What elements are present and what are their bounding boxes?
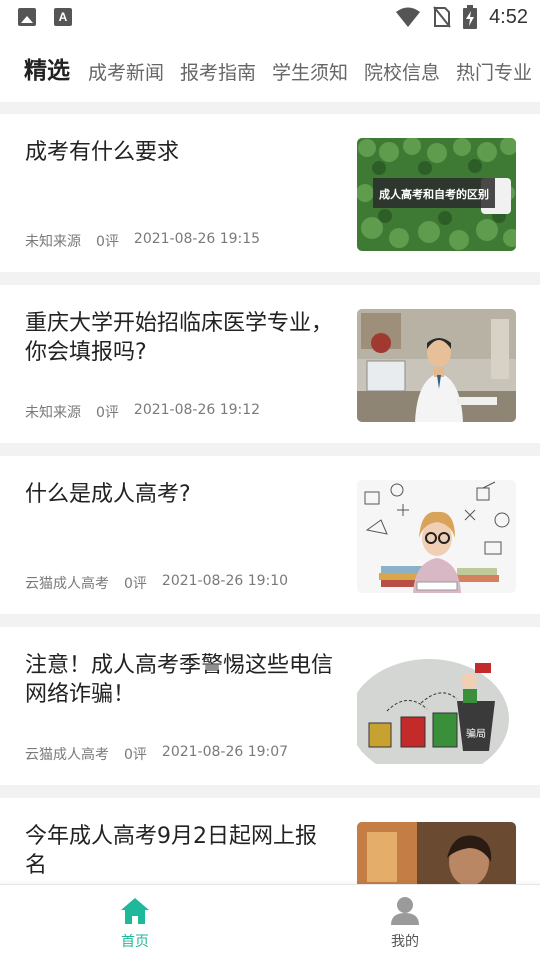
tab-news[interactable]: 成考新闻 [88,54,164,92]
article-thumbnail [357,822,516,884]
clock-time: 4:52 [489,5,528,28]
article-comments: 0评 [124,576,147,592]
list-item[interactable]: 重庆大学开始招临床医学专业，你会填报吗? 未知来源 0评 2021-08-26 … [0,285,540,443]
tab-hot-majors[interactable]: 热门专业 [456,54,532,92]
home-icon [121,898,149,924]
article-title: 什么是成人高考? [25,482,191,507]
battery-charging-icon [463,5,478,29]
wifi-icon [396,7,421,27]
article-title: 成考有什么要求 [25,140,180,165]
article-source: 云猫成人高考 [25,747,109,763]
nav-mine-label: 我的 [391,934,419,950]
article-title: 注意！成人高考季警惕这些电信网络诈骗！ [25,653,334,707]
article-thumbnail [357,480,516,593]
article-thumbnail: 成人高考和自考的区别 [357,138,516,251]
article-meta: 未知来源 0评 2021-08-26 19:15 [25,231,260,251]
article-thumbnail [357,309,516,422]
list-item[interactable]: 注意！成人高考季警惕这些电信网络诈骗！ 云猫成人高考 0评 2021-08-26… [0,627,540,785]
article-meta: 未知来源 0评 2021-08-26 19:12 [25,402,260,422]
list-item[interactable]: 今年成人高考9月2日起网上报名 [0,798,540,884]
nav-mine[interactable]: 我的 [345,895,465,951]
user-icon [391,897,419,925]
article-meta: 云猫成人高考 0评 2021-08-26 19:10 [25,573,288,593]
nav-home-label: 首页 [121,934,149,950]
article-list: 成考有什么要求 未知来源 0评 2021-08-26 19:15 成人高考和自考… [0,102,540,884]
article-title: 今年成人高考9月2日起网上报名 [25,824,317,878]
article-date: 2021-08-26 19:07 [161,744,289,760]
tab-college-info[interactable]: 院校信息 [364,54,440,92]
nav-home[interactable]: 首页 [75,895,195,951]
article-comments: 0评 [96,234,119,250]
article-thumbnail: 骗局 [357,651,516,764]
tab-featured[interactable]: 精选 [24,52,70,90]
article-source: 云猫成人高考 [25,576,109,592]
list-item[interactable]: 成考有什么要求 未知来源 0评 2021-08-26 19:15 成人高考和自考… [0,114,540,272]
text-a-icon: A [54,8,72,26]
article-meta: 云猫成人高考 0评 2021-08-26 19:07 [25,744,288,764]
tab-student-notice[interactable]: 学生须知 [272,54,348,92]
article-comments: 0评 [124,747,147,763]
thumbnail-caption: 骗局 [466,727,486,740]
category-tab-bar: 精选 成考新闻 报考指南 学生须知 院校信息 热门专业 [0,36,540,102]
article-title: 重庆大学开始招临床医学专业，你会填报吗? [25,311,334,365]
thumbnail-caption: 成人高考和自考的区别 [379,187,489,201]
tab-apply-guide[interactable]: 报考指南 [180,54,256,92]
article-source: 未知来源 [25,405,81,421]
status-bar: A 4:52 [0,0,540,36]
bottom-navigation: 首页 我的 [0,884,540,960]
image-icon [18,8,36,26]
article-date: 2021-08-26 19:15 [133,231,261,247]
list-item[interactable]: 什么是成人高考? 云猫成人高考 0评 2021-08-26 19:10 [0,456,540,614]
article-date: 2021-08-26 19:12 [133,402,261,418]
article-date: 2021-08-26 19:10 [161,573,289,589]
no-sim-icon [433,6,451,28]
article-source: 未知来源 [25,234,81,250]
article-comments: 0评 [96,405,119,421]
